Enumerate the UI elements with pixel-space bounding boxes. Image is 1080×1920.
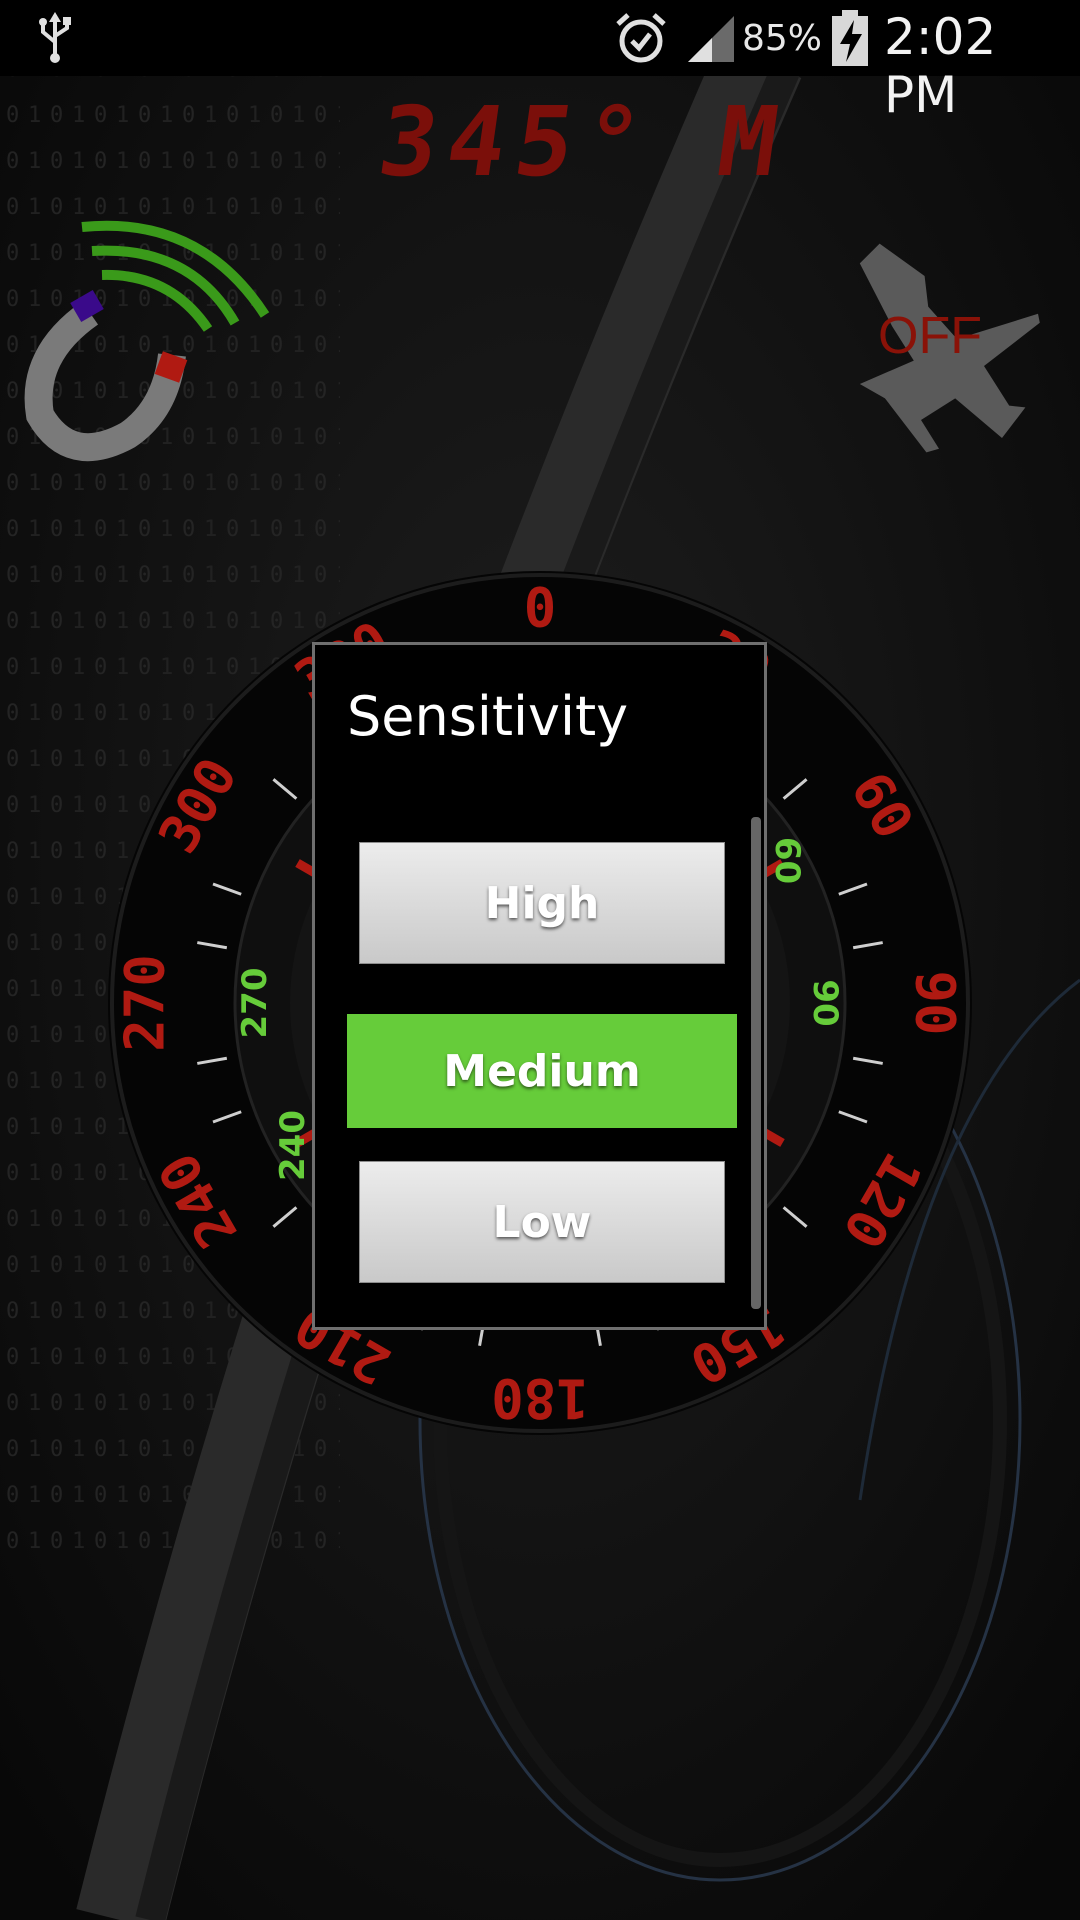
inner-ring-label: 240 <box>273 1110 313 1181</box>
status-bar: 85% 2:02 PM <box>0 0 1080 124</box>
outer-ring-label: 90 <box>904 970 967 1035</box>
signal-icon <box>686 14 736 68</box>
alarm-icon <box>614 12 668 70</box>
battery-percent: 85% <box>742 18 823 59</box>
battery-charging-icon <box>830 10 870 70</box>
airplane-mode-status: OFF <box>878 307 982 365</box>
inner-ring-label: 90 <box>805 979 845 1026</box>
outer-ring-label: 0 <box>524 577 557 640</box>
inner-ring-label: 270 <box>235 968 275 1039</box>
outer-ring-label: 180 <box>491 1367 589 1430</box>
inner-ring-label: 60 <box>767 837 807 884</box>
option-medium-button[interactable]: Medium <box>347 1014 737 1128</box>
magnet-calibration-icon[interactable] <box>20 205 270 469</box>
sensitivity-dialog: Sensitivity High Medium Low <box>312 642 767 1330</box>
dialog-title: Sensitivity <box>347 685 629 748</box>
outer-ring-label: 270 <box>114 954 177 1052</box>
clock: 2:02 PM <box>884 8 997 124</box>
usb-icon <box>36 12 74 68</box>
option-low-button[interactable]: Low <box>359 1161 725 1283</box>
dialog-scrollbar[interactable] <box>751 817 761 1309</box>
option-high-button[interactable]: High <box>359 842 725 964</box>
heading-readout: 345° M <box>372 86 795 198</box>
